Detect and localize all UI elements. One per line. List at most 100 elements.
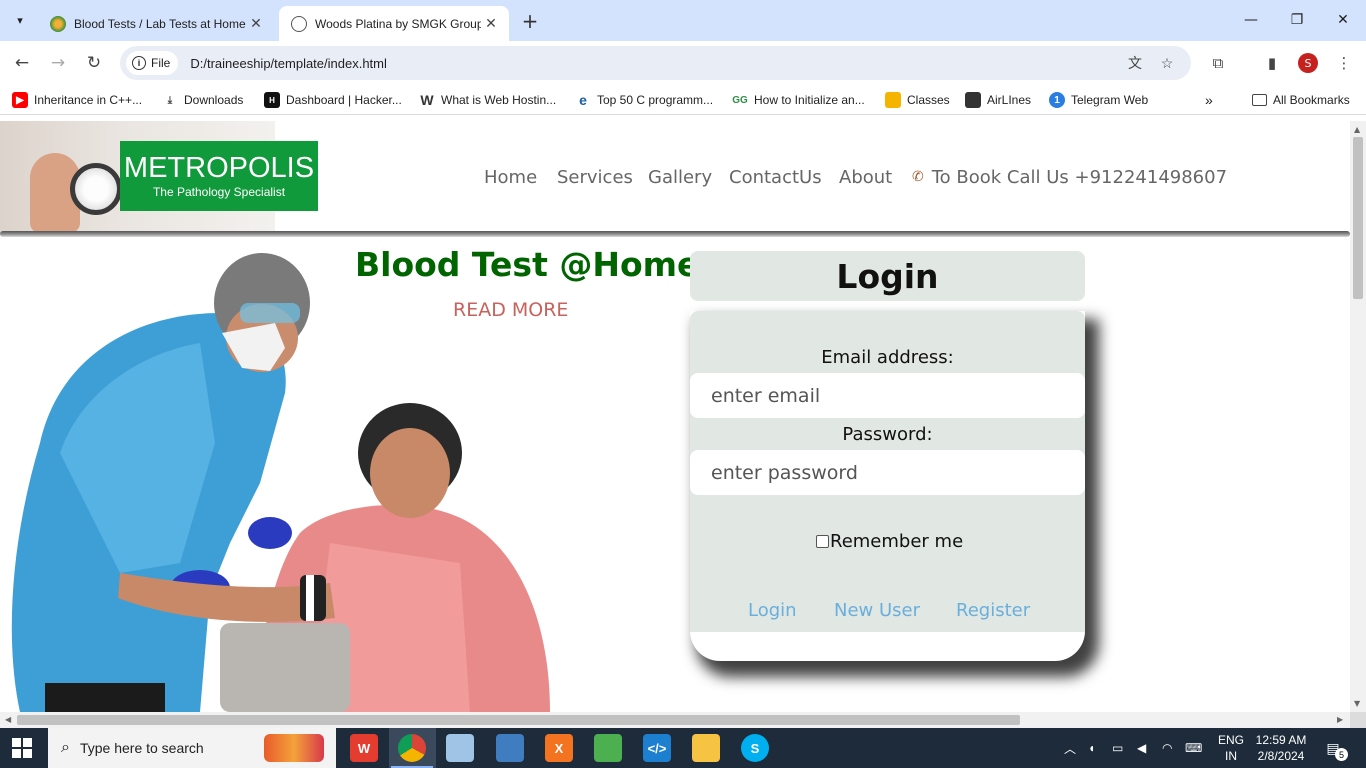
logo-name: METROPOLIS — [123, 152, 315, 184]
tab-woods-platina[interactable]: Woods Platina by SMGK Group ✕ — [279, 6, 509, 41]
photos-icon[interactable] — [496, 734, 524, 762]
youtube-icon: ▶ — [12, 92, 28, 108]
folder-icon — [1252, 94, 1267, 106]
menu-kebab-icon[interactable]: ⋮ — [1331, 50, 1357, 76]
reload-icon: ↻ — [86, 53, 102, 73]
bookmark-item[interactable]: ▶ Inheritance in C++... — [12, 91, 142, 109]
stethoscope-icon — [70, 163, 122, 215]
vertical-scroll-thumb[interactable] — [1353, 137, 1363, 299]
keyboard-icon[interactable]: ⌨ — [1185, 728, 1202, 768]
input-language-indicator[interactable]: ENG IN — [1216, 732, 1246, 764]
notification-count-badge: 5 — [1335, 748, 1348, 761]
url-text[interactable]: D:/traineeship/template/index.html — [190, 56, 387, 71]
search-highlight-gifts-icon[interactable] — [264, 734, 324, 762]
nav-contactus[interactable]: ContactUs — [729, 165, 822, 189]
scroll-left-arrow-icon[interactable]: ◀ — [5, 715, 11, 724]
password-input[interactable] — [690, 450, 1085, 495]
logo-tagline: The Pathology Specialist — [152, 185, 286, 199]
scroll-right-arrow-icon[interactable]: ▶ — [1337, 715, 1343, 724]
read-more-link[interactable]: READ MORE — [453, 299, 568, 321]
extensions-icon[interactable]: ⧉ — [1205, 50, 1231, 76]
metropolis-logo[interactable]: METROPOLIS The Pathology Specialist — [120, 141, 318, 211]
notification-center-icon[interactable]: ▤ 5 — [1322, 737, 1348, 761]
wifi-icon[interactable]: ◠ — [1162, 728, 1172, 768]
new-user-link[interactable]: New User — [834, 600, 920, 621]
all-bookmarks-button[interactable]: All Bookmarks — [1252, 91, 1350, 109]
nav-about[interactable]: About — [839, 165, 892, 189]
close-tab-icon[interactable]: ✕ — [246, 14, 266, 34]
bookmark-label: Telegram Web — [1071, 93, 1149, 107]
tray-overflow-chevron-icon[interactable]: ︿ — [1064, 728, 1076, 768]
system-clock[interactable]: 12:59 AM 2/8/2024 — [1252, 732, 1310, 764]
file-explorer-icon[interactable] — [692, 734, 720, 762]
speaker-icon[interactable]: ◖ — [1088, 728, 1095, 768]
nav-gallery[interactable]: Gallery — [648, 165, 712, 189]
nav-home[interactable]: Home — [484, 165, 537, 189]
bookmark-item[interactable]: 1 Telegram Web — [1049, 91, 1148, 109]
password-label: Password: — [842, 424, 933, 445]
tab-search-button[interactable]: ▾ — [8, 8, 32, 32]
bookmark-label: Top 50 C programm... — [597, 93, 714, 107]
notepad-icon[interactable] — [446, 734, 474, 762]
chart-app-icon[interactable] — [594, 734, 622, 762]
new-tab-button[interactable]: + — [518, 9, 542, 33]
star-icon[interactable]: ☆ — [1158, 54, 1176, 72]
bookmark-label: Inheritance in C++... — [34, 93, 143, 107]
reload-button[interactable]: ↻ — [80, 49, 108, 77]
chrome-icon[interactable] — [391, 734, 433, 768]
back-button[interactable]: ← — [8, 49, 36, 77]
email-label: Email address: — [821, 347, 954, 368]
tab-title: Woods Platina by SMGK Group — [315, 16, 481, 31]
volume-muted-icon[interactable]: ◀ — [1137, 728, 1146, 768]
bookmark-item[interactable]: AirLInes — [965, 91, 1031, 109]
tab-blood-tests[interactable]: Blood Tests / Lab Tests at Home ✕ — [38, 6, 274, 41]
scroll-down-arrow-icon[interactable]: ▼ — [1354, 699, 1360, 708]
address-bar[interactable]: i File D:/traineeship/template/index.htm… — [120, 46, 1191, 80]
remember-me-row: Remember me — [816, 531, 963, 552]
vertical-scrollbar[interactable]: ▲ ▼ — [1350, 121, 1366, 712]
bookmark-item[interactable]: e Top 50 C programm... — [575, 91, 713, 109]
register-link[interactable]: Register — [956, 600, 1030, 621]
minimize-button[interactable]: — — [1228, 0, 1274, 40]
w-icon: W — [420, 92, 434, 108]
vscode-icon[interactable]: </> — [643, 734, 671, 762]
bookmark-item[interactable]: Classes — [885, 91, 950, 109]
horizontal-scrollbar[interactable]: ◀ ▶ — [0, 712, 1350, 728]
battery-icon[interactable]: ▭ — [1112, 728, 1123, 768]
taskbar-search-box[interactable]: ⌕ Type here to search — [48, 728, 336, 768]
restore-button[interactable]: ❐ — [1274, 0, 1320, 40]
profile-avatar[interactable]: S — [1298, 53, 1318, 73]
remember-me-checkbox[interactable] — [816, 535, 829, 548]
bookmark-label: Dashboard | Hacker... — [286, 93, 402, 107]
close-tab-icon[interactable]: ✕ — [481, 14, 501, 34]
airlines-icon — [965, 92, 981, 108]
login-heading: Login — [690, 251, 1085, 301]
side-panel-icon[interactable]: ▮ — [1259, 50, 1285, 76]
globe-icon — [291, 15, 307, 32]
bookmark-item[interactable]: ⤓ Downloads — [162, 91, 244, 109]
page-viewport: METROPOLIS The Pathology Specialist Home… — [0, 121, 1350, 712]
translate-icon[interactable]: 文 — [1126, 54, 1144, 72]
bookmark-item[interactable]: H Dashboard | Hacker... — [264, 91, 402, 109]
bookmark-label: Downloads — [184, 93, 244, 107]
windows-start-icon[interactable] — [12, 738, 32, 758]
scroll-up-arrow-icon[interactable]: ▲ — [1354, 125, 1360, 134]
bookmark-item[interactable]: GG How to Initialize an... — [732, 91, 865, 109]
bookmarks-bar: ▶ Inheritance in C++... ⤓ Downloads H Da… — [0, 85, 1366, 115]
bookmark-item[interactable]: W What is Web Hostin... — [419, 91, 556, 109]
site-info-chip[interactable]: i File — [126, 51, 179, 75]
close-window-button[interactable]: ✕ — [1320, 0, 1366, 40]
xampp-icon[interactable]: X — [545, 734, 573, 762]
more-bookmarks-chevron-icon[interactable]: » — [1205, 91, 1213, 109]
wps-office-icon[interactable]: W — [350, 734, 378, 762]
book-call-link[interactable]: ✆ To Book Call Us +912241498607 — [912, 165, 1227, 189]
forward-arrow-icon: → — [50, 53, 66, 73]
skype-icon[interactable]: S — [741, 734, 769, 762]
horizontal-scroll-thumb[interactable] — [17, 715, 1020, 725]
email-input[interactable] — [690, 373, 1085, 418]
nav-services[interactable]: Services — [557, 165, 633, 189]
forward-button[interactable]: → — [44, 49, 72, 77]
login-link[interactable]: Login — [748, 600, 797, 621]
all-bookmarks-label: All Bookmarks — [1273, 93, 1350, 107]
chevron-down-icon: ▾ — [17, 13, 23, 27]
